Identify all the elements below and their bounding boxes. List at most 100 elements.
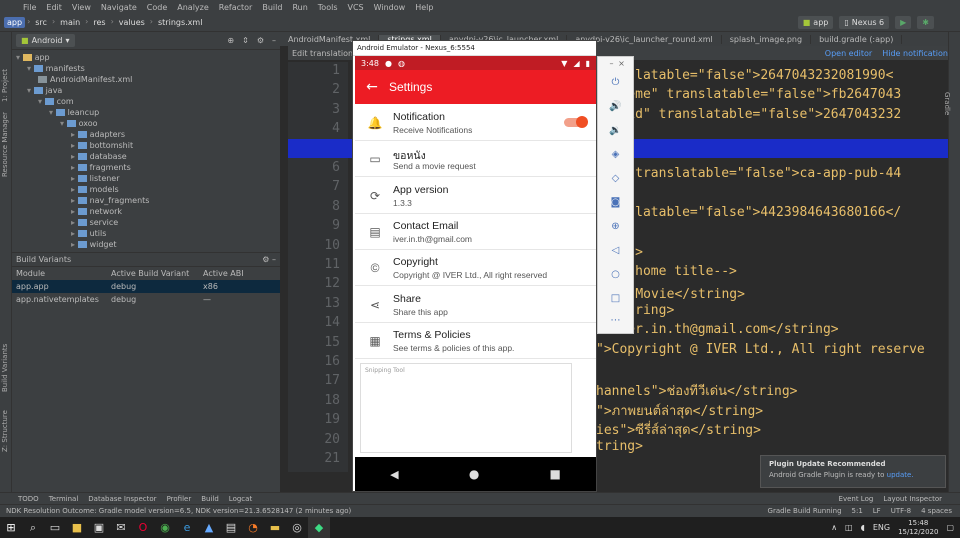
bottom-tab[interactable]: TODO <box>18 495 39 503</box>
indent-setting[interactable]: 4 spaces <box>921 507 952 515</box>
file-explorer-icon[interactable]: ■ <box>66 517 88 538</box>
resource-manager-tab[interactable]: Resource Manager <box>1 112 9 177</box>
menu-item-view[interactable]: View <box>67 3 96 12</box>
breadcrumb-item[interactable]: values <box>116 17 148 28</box>
settings-item-bell[interactable]: 🔔 Notification Receive Notifications <box>355 105 596 141</box>
editor-tab[interactable]: build.gradle (:app) <box>811 34 903 44</box>
firefox-icon[interactable]: ◔ <box>242 517 264 538</box>
project-view-selector[interactable]: ■ Android ▾ <box>16 34 75 47</box>
bottom-tab[interactable]: Logcat <box>229 495 252 503</box>
tree-item[interactable]: nav_fragments <box>16 195 280 206</box>
menu-item-window[interactable]: Window <box>369 3 411 12</box>
media-icon[interactable]: ◎ <box>286 517 308 538</box>
menu-item-navigate[interactable]: Navigate <box>96 3 142 12</box>
system-tray-icon[interactable]: ∧ <box>831 523 837 532</box>
hide-notification-link[interactable]: Hide notification <box>882 49 948 58</box>
settings-item-contact[interactable]: ▤ Contact Email iver.in.th@gmail.com <box>355 214 596 250</box>
file-encoding[interactable]: UTF-8 <box>891 507 911 515</box>
breadcrumb-item[interactable]: main <box>57 17 83 28</box>
mail-icon[interactable]: ✉ <box>110 517 132 538</box>
language-indicator[interactable]: ENG <box>873 523 890 532</box>
menu-item-run[interactable]: Run <box>287 3 312 12</box>
settings-item-copyright[interactable]: © Copyright Copyright @ IVER Ltd., All rig… <box>355 250 596 287</box>
caret-position[interactable]: 5:1 <box>852 507 863 515</box>
locate-icon[interactable]: ⊕ <box>227 36 234 45</box>
tree-item[interactable]: widget <box>16 239 280 250</box>
line-separator[interactable]: LF <box>873 507 881 515</box>
tree-item[interactable]: leancup <box>16 107 280 118</box>
update-link[interactable]: update. <box>887 471 914 479</box>
zoom-icon[interactable]: ⊕ <box>598 221 633 232</box>
volume-down-icon[interactable]: 🔉 <box>598 125 633 136</box>
nav-recents-icon[interactable]: ■ <box>550 467 561 481</box>
hide-icon[interactable]: – <box>272 36 276 45</box>
notification-toggle[interactable] <box>564 116 588 128</box>
tree-root[interactable]: app <box>16 52 280 63</box>
tree-item[interactable]: models <box>16 184 280 195</box>
back-icon[interactable]: ◁ <box>598 245 633 256</box>
tree-item[interactable]: java <box>16 85 280 96</box>
breadcrumb-item[interactable]: strings.xml <box>155 17 205 28</box>
breadcrumb-item[interactable]: res <box>90 17 108 28</box>
tree-item[interactable]: listener <box>16 173 280 184</box>
chrome-icon[interactable]: ◉ <box>154 517 176 538</box>
tree-item[interactable]: service <box>16 217 280 228</box>
tree-item[interactable]: network <box>16 206 280 217</box>
rotate-right-icon[interactable]: ◇ <box>598 173 633 184</box>
menu-item-file[interactable]: File <box>18 3 41 12</box>
run-button[interactable]: ▶ <box>895 16 912 29</box>
notification-center-icon[interactable]: ▢ <box>946 523 954 532</box>
tree-item[interactable]: utils <box>16 228 280 239</box>
settings-item-policy[interactable]: ▦ Terms & Policies See terms & policies of… <box>355 323 596 359</box>
edge-icon[interactable]: e <box>176 517 198 538</box>
collapse-icon[interactable]: ⇕ <box>242 36 249 45</box>
settings-item-movie-request[interactable]: ▭ ขอหนัง Send a movie request <box>355 141 596 178</box>
editor-tab[interactable]: splash_image.png <box>722 34 812 44</box>
tree-item[interactable]: manifests <box>16 63 280 74</box>
clock[interactable]: 15:48 15/12/2020 <box>898 519 938 537</box>
bottom-tab[interactable]: Event Log <box>839 495 874 503</box>
tree-item[interactable]: adapters <box>16 129 280 140</box>
gradle-tab[interactable]: Gradle <box>943 92 951 115</box>
android-studio-icon[interactable]: ◆ <box>308 517 330 538</box>
project-tool-tab[interactable]: 1: Project <box>1 69 9 102</box>
opera-icon[interactable]: O <box>132 517 154 538</box>
hide-icon[interactable]: – <box>272 255 276 264</box>
home-icon[interactable]: ○ <box>598 269 633 280</box>
settings-item-share[interactable]: ⋖ Share Share this app <box>355 287 596 323</box>
open-editor-link[interactable]: Open editor <box>825 49 872 58</box>
menu-item-code[interactable]: Code <box>142 3 172 12</box>
nav-back-icon[interactable]: ◀ <box>390 468 398 481</box>
build-variants-tab[interactable]: Build Variants <box>1 344 9 392</box>
windows-start-icon[interactable]: ⊞ <box>0 517 22 538</box>
tree-item[interactable]: oxoo <box>16 118 280 129</box>
menu-item-edit[interactable]: Edit <box>41 3 67 12</box>
breadcrumb-item[interactable]: app <box>4 17 26 28</box>
plugin-update-popup[interactable]: Plugin Update Recommended Android Gradle… <box>760 455 946 488</box>
table-row[interactable]: app.nativetemplates debug — <box>12 293 280 306</box>
overview-icon[interactable]: □ <box>598 293 633 304</box>
table-row[interactable]: app.app debug x86 <box>12 280 280 293</box>
tree-item[interactable]: fragments <box>16 162 280 173</box>
network-icon[interactable]: ◫ <box>845 523 853 532</box>
menu-item-build[interactable]: Build <box>257 3 287 12</box>
close-icon[interactable]: × <box>604 59 639 68</box>
notes-icon[interactable]: ▤ <box>220 517 242 538</box>
background-task[interactable]: Gradle Build Running <box>768 507 842 515</box>
tree-item[interactable]: bottomshit <box>16 140 280 151</box>
volume-up-icon[interactable]: 🔊 <box>598 101 633 112</box>
back-arrow-icon[interactable]: ← <box>355 79 389 95</box>
settings-item-version[interactable]: ⟳ App version 1.3.3 <box>355 178 596 214</box>
menu-item-help[interactable]: Help <box>410 3 438 12</box>
menu-item-vcs[interactable]: VCS <box>343 3 369 12</box>
gear-icon[interactable]: ⚙ <box>257 36 264 45</box>
bottom-tab[interactable]: Profiler <box>167 495 192 503</box>
run-config-selector[interactable]: ■ app <box>797 16 834 29</box>
menu-item-analyze[interactable]: Analyze <box>172 3 214 12</box>
more-icon[interactable]: ⋯ <box>598 315 633 326</box>
camera-icon[interactable]: ◙ <box>598 197 633 208</box>
menu-item-refactor[interactable]: Refactor <box>214 3 258 12</box>
tree-item[interactable]: AndroidManifest.xml <box>16 74 280 85</box>
app-icon[interactable]: ▲ <box>198 517 220 538</box>
breadcrumb-item[interactable]: src <box>32 17 50 28</box>
